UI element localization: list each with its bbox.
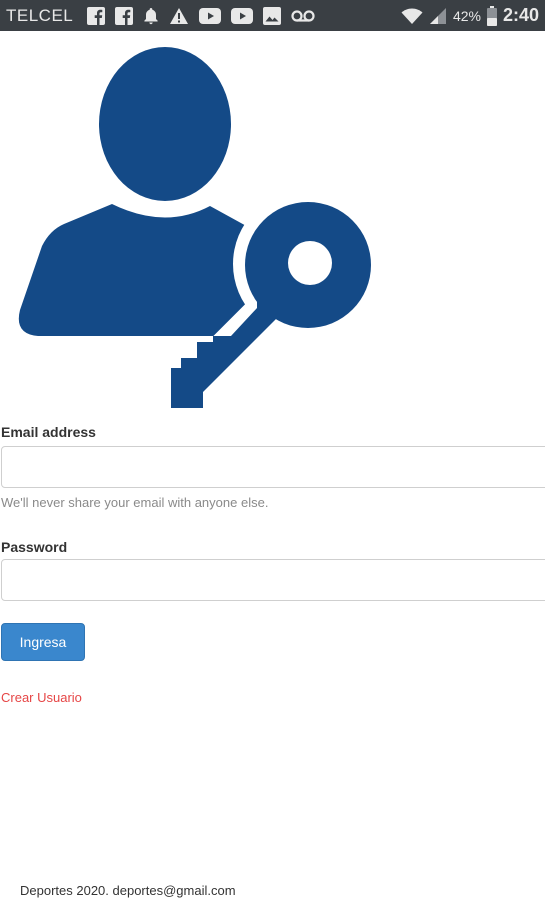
user-key-icon bbox=[14, 46, 384, 419]
email-field[interactable] bbox=[1, 446, 545, 488]
facebook-icon bbox=[87, 6, 106, 25]
youtube-icon bbox=[231, 7, 254, 24]
facebook-icon bbox=[115, 6, 134, 25]
password-label: Password bbox=[1, 539, 68, 555]
password-field[interactable] bbox=[1, 559, 545, 601]
battery-icon bbox=[486, 5, 497, 26]
email-help-text: We'll never share your email with anyone… bbox=[1, 495, 269, 510]
voicemail-icon bbox=[291, 9, 315, 23]
image-icon bbox=[263, 6, 282, 25]
create-user-link[interactable]: Crear Usuario bbox=[1, 690, 82, 705]
status-bar: TELCEL 42% 2:40 bbox=[0, 0, 545, 31]
battery-percent: 42% bbox=[452, 7, 481, 24]
wifi-icon bbox=[401, 7, 423, 25]
bell-icon bbox=[143, 7, 159, 25]
ingresa-button[interactable]: Ingresa bbox=[1, 623, 85, 661]
footer-text: Deportes 2020. deportes@gmail.com bbox=[20, 883, 236, 898]
clock: 2:40 bbox=[502, 5, 539, 25]
email-label: Email address bbox=[1, 424, 96, 440]
carrier-name: TELCEL bbox=[6, 5, 74, 25]
signal-icon bbox=[429, 7, 447, 25]
youtube-icon bbox=[199, 7, 222, 24]
warning-icon bbox=[169, 7, 189, 25]
